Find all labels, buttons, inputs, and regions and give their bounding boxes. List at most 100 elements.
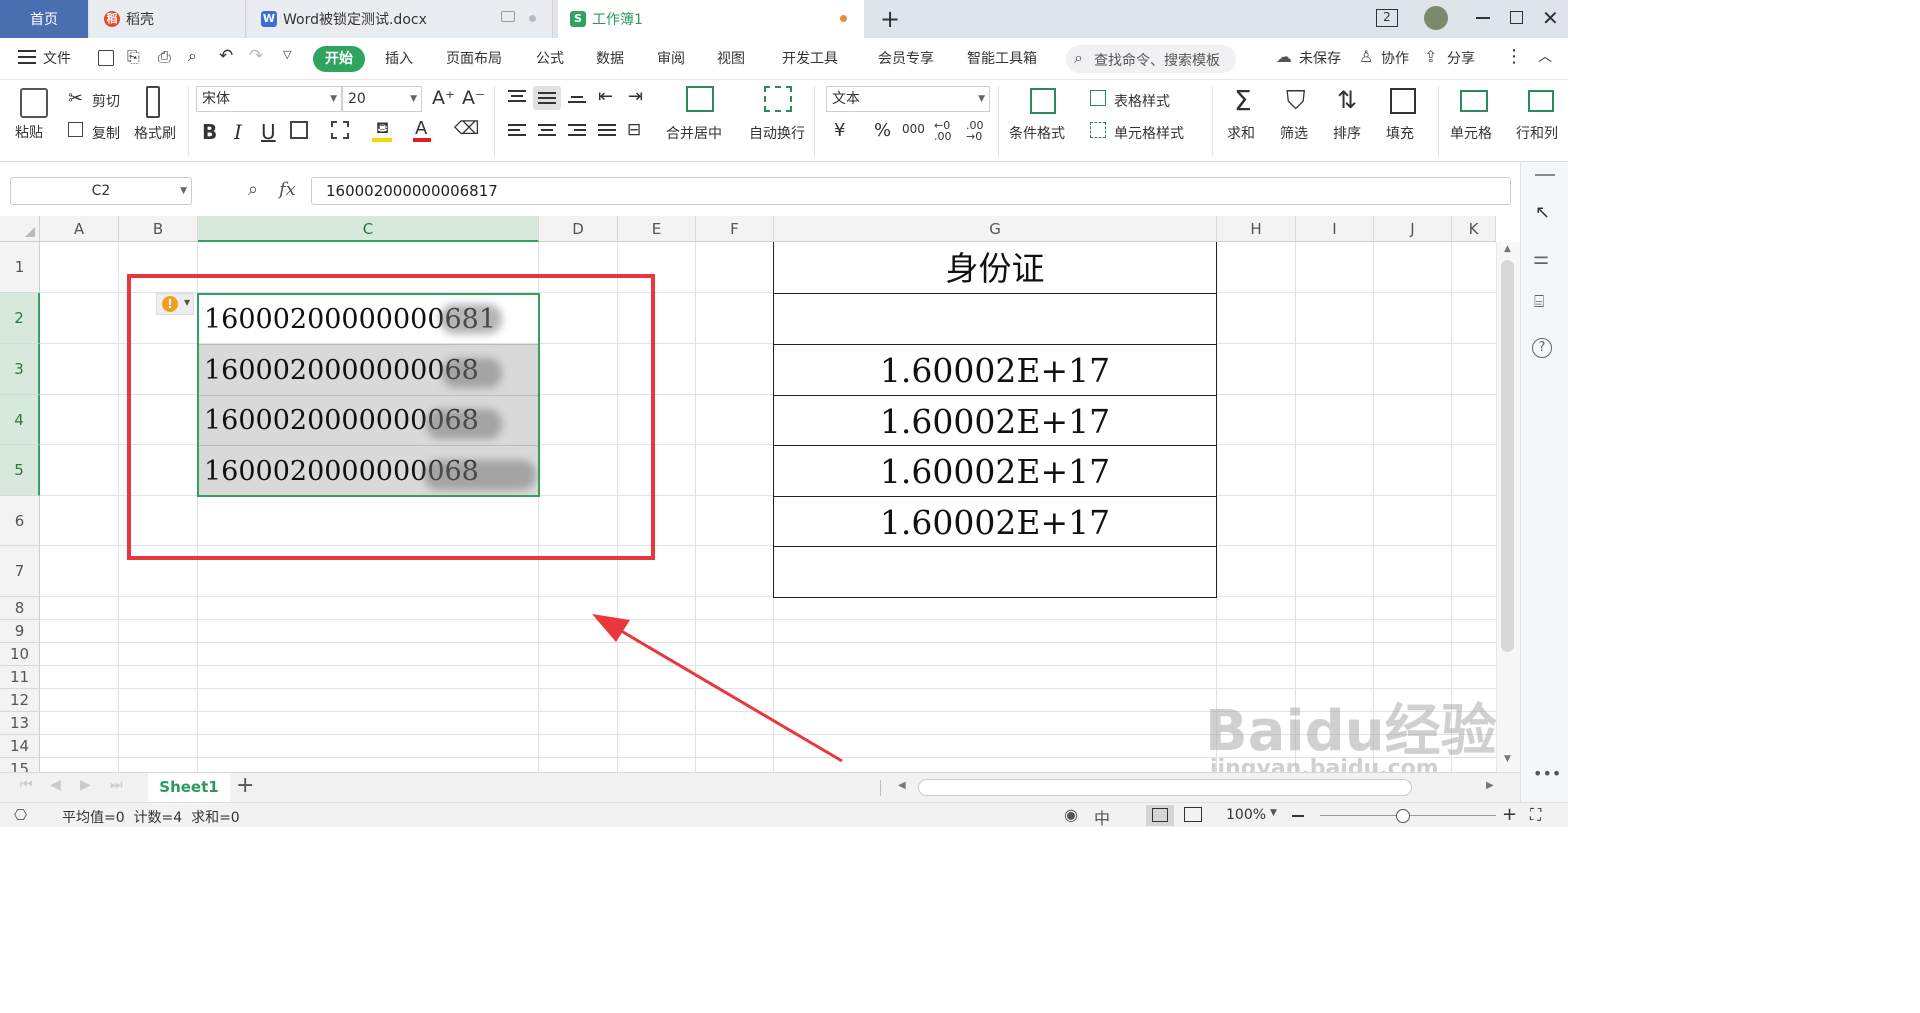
select-all-corner[interactable] bbox=[0, 216, 40, 242]
print-icon[interactable]: ⎙ bbox=[158, 47, 171, 67]
row-header-9[interactable]: 9 bbox=[0, 620, 40, 643]
copy-button[interactable]: 复制 bbox=[92, 123, 120, 143]
merge-center-button[interactable]: 合并居中 bbox=[666, 123, 722, 143]
filter-button[interactable]: 筛选 bbox=[1280, 123, 1308, 143]
vertical-scrollbar[interactable]: ▲ ▼ bbox=[1496, 242, 1520, 772]
indent-icon[interactable]: ⇥ bbox=[628, 86, 643, 107]
export-icon[interactable]: ⎘ bbox=[127, 47, 140, 67]
column-header-J[interactable]: J bbox=[1374, 216, 1452, 242]
page-view-icon[interactable] bbox=[1184, 807, 1202, 822]
align-center-icon[interactable] bbox=[538, 124, 556, 136]
sum-button[interactable]: 求和 bbox=[1227, 123, 1255, 143]
horizontal-scroll-thumb[interactable] bbox=[918, 779, 1412, 796]
cell-G3[interactable]: 1.60002E+17 bbox=[774, 344, 1216, 395]
cut-button[interactable]: 剪切 bbox=[92, 91, 120, 111]
increase-decimal-icon[interactable]: ←0.00 bbox=[934, 120, 952, 142]
minimize-icon[interactable] bbox=[1476, 17, 1490, 19]
menu-data[interactable]: 数据 bbox=[596, 48, 624, 68]
menu-devtools[interactable]: 开发工具 bbox=[782, 48, 838, 68]
adjust-sliders-icon[interactable]: ⚌ bbox=[1533, 248, 1549, 269]
fill-button[interactable]: 填充 bbox=[1386, 123, 1414, 143]
window-count-icon[interactable]: 2 bbox=[1376, 9, 1398, 27]
row-header-14[interactable]: 14 bbox=[0, 735, 40, 758]
align-right-icon[interactable] bbox=[568, 124, 586, 136]
restore-icon[interactable] bbox=[1510, 11, 1523, 24]
last-sheet-icon[interactable]: ⏭ bbox=[110, 777, 123, 793]
more-vertical-icon[interactable]: ⋮ bbox=[1505, 46, 1523, 67]
cell-G5[interactable]: 1.60002E+17 bbox=[774, 445, 1216, 496]
fullscreen-icon[interactable]: ⛶ bbox=[1530, 805, 1541, 825]
align-left-icon[interactable] bbox=[508, 124, 526, 136]
sort-button[interactable]: 排序 bbox=[1333, 123, 1361, 143]
hamburger-icon[interactable] bbox=[18, 50, 36, 66]
macro-icon[interactable]: ⎔ bbox=[14, 806, 27, 824]
avatar[interactable] bbox=[1424, 6, 1448, 30]
underline-icon[interactable]: U bbox=[261, 120, 276, 144]
unsaved-dot-icon[interactable] bbox=[840, 15, 847, 22]
scroll-left-icon[interactable]: ◀ bbox=[898, 780, 906, 791]
eraser-icon[interactable]: ⌫ bbox=[454, 118, 479, 139]
decrease-decimal-icon[interactable]: .00 →0 bbox=[966, 120, 984, 142]
row-header-6[interactable]: 6 bbox=[0, 496, 40, 546]
spreadsheet-grid[interactable]: ABCDEFGHIJK 1 2 3 4 5 6 7 8 9 10 11 12 13 14 15 160002… bbox=[0, 216, 1520, 772]
row-header-3[interactable]: 3 bbox=[0, 344, 40, 395]
fx-icon[interactable]: fx bbox=[279, 179, 296, 200]
table-style-button[interactable]: 表格样式 bbox=[1114, 91, 1170, 111]
scroll-thumb[interactable] bbox=[1501, 260, 1514, 652]
share-button[interactable]: 分享 bbox=[1447, 48, 1475, 68]
menu-smart-toolbox[interactable]: 智能工具箱 bbox=[967, 48, 1037, 68]
chevron-down-icon[interactable]: ▼ bbox=[1270, 808, 1277, 818]
menu-file[interactable]: 文件 bbox=[43, 48, 71, 68]
tab-docer[interactable]: 稻 稻壳 bbox=[90, 0, 246, 38]
collapse-ribbon-icon[interactable]: ︿ bbox=[1538, 46, 1552, 66]
monitor-icon[interactable] bbox=[501, 11, 515, 22]
prev-sheet-icon[interactable]: ◀ bbox=[50, 777, 61, 793]
eye-protection-icon[interactable]: ◉ bbox=[1064, 805, 1078, 824]
menu-formula[interactable]: 公式 bbox=[536, 48, 564, 68]
font-name-select[interactable]: 宋体 ▼ bbox=[196, 86, 342, 112]
close-icon[interactable]: ✕ bbox=[1542, 6, 1559, 30]
sheet-tab-sheet1[interactable]: Sheet1 bbox=[148, 773, 230, 802]
zoom-out-icon[interactable] bbox=[1292, 815, 1304, 817]
menu-layout[interactable]: 页面布局 bbox=[446, 48, 502, 68]
command-search-input[interactable]: ⌕ 查找命令、搜索模板 bbox=[1066, 45, 1236, 73]
first-sheet-icon[interactable]: ⏮ bbox=[20, 777, 33, 793]
border-icon[interactable] bbox=[290, 121, 308, 139]
row-header-10[interactable]: 10 bbox=[0, 643, 40, 666]
font-color-icon[interactable]: A bbox=[415, 118, 427, 139]
column-header-F[interactable]: F bbox=[696, 216, 774, 242]
save-icon[interactable] bbox=[98, 50, 114, 66]
column-header-E[interactable]: E bbox=[618, 216, 696, 242]
column-header-K[interactable]: K bbox=[1452, 216, 1496, 242]
row-header-1[interactable]: 1 bbox=[0, 242, 40, 293]
filter-icon[interactable]: ⛉ bbox=[1286, 86, 1306, 117]
help-icon[interactable]: ? bbox=[1532, 338, 1552, 358]
column-header-I[interactable]: I bbox=[1296, 216, 1374, 242]
scroll-right-icon[interactable]: ▶ bbox=[1486, 780, 1494, 791]
tab-word-doc[interactable]: W Word被锁定测试.docx bbox=[247, 0, 553, 38]
undo-icon[interactable]: ↶ bbox=[219, 46, 233, 66]
formula-input[interactable]: 160002000000006817 bbox=[311, 177, 1511, 205]
wrap-text-button[interactable]: 自动换行 bbox=[749, 123, 805, 143]
cell-G4[interactable]: 1.60002E+17 bbox=[774, 395, 1216, 446]
row-col-button[interactable]: 行和列 bbox=[1516, 123, 1558, 143]
row-header-13[interactable]: 13 bbox=[0, 712, 40, 735]
scroll-up-icon[interactable]: ▲ bbox=[1504, 244, 1511, 254]
column-header-D[interactable]: D bbox=[539, 216, 618, 242]
align-top-icon[interactable] bbox=[508, 90, 526, 102]
column-header-B[interactable]: B bbox=[119, 216, 198, 242]
bold-icon[interactable]: B bbox=[202, 120, 217, 144]
distribute-icon[interactable]: ⊟ bbox=[627, 120, 641, 140]
cell-icon[interactable] bbox=[1460, 90, 1488, 112]
column-header-H[interactable]: H bbox=[1217, 216, 1296, 242]
tab-workbook[interactable]: S 工作簿1 bbox=[558, 0, 864, 38]
format-painter-button[interactable]: 格式刷 bbox=[134, 123, 176, 143]
italic-icon[interactable]: I bbox=[234, 120, 242, 144]
add-sheet-icon[interactable]: + bbox=[236, 773, 254, 798]
thousands-icon[interactable]: 000 bbox=[902, 122, 925, 136]
column-header-C[interactable]: C bbox=[198, 216, 539, 242]
row-header-11[interactable]: 11 bbox=[0, 666, 40, 689]
row-header-12[interactable]: 12 bbox=[0, 689, 40, 712]
justify-icon[interactable] bbox=[598, 124, 616, 136]
row-header-8[interactable]: 8 bbox=[0, 597, 40, 620]
